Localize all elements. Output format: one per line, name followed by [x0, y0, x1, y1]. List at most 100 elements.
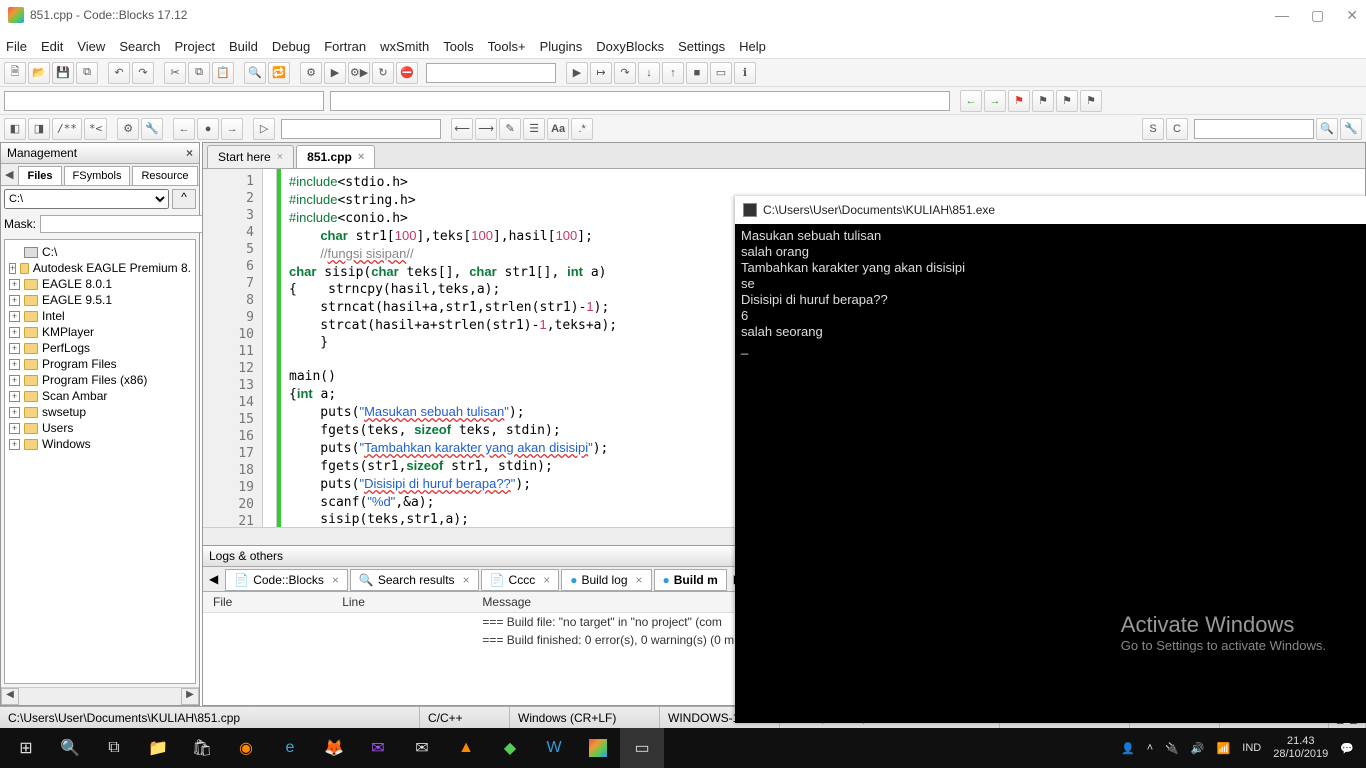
- menu-item[interactable]: View: [77, 39, 105, 54]
- tab-resource[interactable]: Resource: [132, 166, 197, 185]
- menu-item[interactable]: DoxyBlocks: [596, 39, 664, 54]
- logs-tab-search[interactable]: 🔍Search results×: [350, 569, 479, 591]
- menu-item[interactable]: Edit: [41, 39, 63, 54]
- highlight-icon[interactable]: ✎: [499, 118, 521, 140]
- bookmark-prev-icon[interactable]: ⚑: [1032, 90, 1054, 112]
- bookmark-next-icon[interactable]: ⚑: [1056, 90, 1078, 112]
- mail-icon[interactable]: ✉: [400, 728, 444, 768]
- debug-stop-icon[interactable]: ■: [686, 62, 708, 84]
- settings-icon[interactable]: ⚙: [117, 118, 139, 140]
- nav-fwd-icon[interactable]: →: [984, 90, 1006, 112]
- cut-icon[interactable]: ✂: [164, 62, 186, 84]
- wifi-icon[interactable]: 📶: [1217, 742, 1231, 755]
- new-file-icon[interactable]: 🗎: [4, 62, 26, 84]
- menu-item[interactable]: Build: [229, 39, 258, 54]
- people-icon[interactable]: 👤: [1121, 742, 1135, 755]
- tree-node[interactable]: +Scan Ambar: [7, 388, 193, 404]
- tab-files[interactable]: Files: [18, 166, 61, 185]
- regex-icon[interactable]: .*: [571, 118, 593, 140]
- app-green-icon[interactable]: ◆: [488, 728, 532, 768]
- debug-run-icon[interactable]: ▶: [566, 62, 588, 84]
- notifications-icon[interactable]: 💬: [1340, 742, 1354, 755]
- debug-window-icon[interactable]: ▭: [710, 62, 732, 84]
- tree-node[interactable]: +swsetup: [7, 404, 193, 420]
- close-tab-icon[interactable]: ×: [277, 151, 283, 163]
- battery-icon[interactable]: 🔌: [1165, 742, 1179, 755]
- quick-search-combo[interactable]: [1194, 119, 1314, 139]
- word-icon[interactable]: W: [532, 728, 576, 768]
- tab-fsymbols[interactable]: FSymbols: [64, 166, 131, 185]
- build-run-icon[interactable]: ⚙▶: [348, 62, 370, 84]
- logs-tab-buildmsg[interactable]: ●Build m: [654, 569, 727, 591]
- script-combo[interactable]: [281, 119, 441, 139]
- go-up-icon[interactable]: ^: [172, 189, 196, 209]
- console-task-icon[interactable]: ▭: [620, 728, 664, 768]
- menu-item[interactable]: Search: [119, 39, 160, 54]
- clock[interactable]: 21.4328/10/2019: [1273, 735, 1328, 761]
- build-icon[interactable]: ⚙: [300, 62, 322, 84]
- editor-tab-start[interactable]: Start here×: [207, 145, 294, 168]
- menu-item[interactable]: Settings: [678, 39, 725, 54]
- step-out-icon[interactable]: ↑: [662, 62, 684, 84]
- bookmark-clear-icon[interactable]: ⚑: [1080, 90, 1102, 112]
- undo-icon[interactable]: ↶: [108, 62, 130, 84]
- tree-node[interactable]: +EAGLE 9.5.1: [7, 292, 193, 308]
- copy-icon[interactable]: ⧉: [188, 62, 210, 84]
- comment-end-icon[interactable]: *<: [84, 118, 107, 140]
- mask-input[interactable]: [40, 215, 219, 233]
- doxy-icon[interactable]: ◧: [4, 118, 26, 140]
- tree-node[interactable]: +Intel: [7, 308, 193, 324]
- system-tray[interactable]: 👤 ˄ 🔌 🔊 📶 IND 21.4328/10/2019 💬: [1121, 735, 1362, 761]
- menu-item[interactable]: Plugins: [540, 39, 583, 54]
- menu-item[interactable]: Tools: [443, 39, 473, 54]
- select-icon[interactable]: ☰: [523, 118, 545, 140]
- save-all-icon[interactable]: ⧉: [76, 62, 98, 84]
- run-script-icon[interactable]: ▷: [253, 118, 275, 140]
- logs-tab-buildlog[interactable]: ●Build log×: [561, 569, 651, 591]
- tree-node[interactable]: C:\: [7, 244, 193, 260]
- menu-item[interactable]: Project: [175, 39, 215, 54]
- logs-scroll-left-icon[interactable]: ◀: [203, 570, 224, 588]
- management-close-icon[interactable]: ×: [186, 146, 193, 160]
- tree-node[interactable]: +Windows: [7, 436, 193, 452]
- comment-block-icon[interactable]: /**: [52, 118, 82, 140]
- search-exec-icon[interactable]: 🔍: [1316, 118, 1338, 140]
- maximize-button[interactable]: ▢: [1311, 7, 1324, 24]
- menu-item[interactable]: wxSmith: [380, 39, 429, 54]
- symbol-combo[interactable]: [330, 91, 950, 111]
- mgmt-hscroll[interactable]: ◀▶: [1, 687, 199, 705]
- taskbar[interactable]: ⊞ 🔍 ⧉ 📁 🛍 ◉ e 🦊 ✉ ✉ ▲ ◆ W ▭ 👤 ˄ 🔌 🔊 📶 IN…: [0, 728, 1366, 768]
- step-into-icon[interactable]: ↓: [638, 62, 660, 84]
- volume-icon[interactable]: 🔊: [1191, 742, 1205, 755]
- search-opts-icon[interactable]: 🔧: [1340, 118, 1362, 140]
- arrow-left-icon[interactable]: ←: [173, 118, 195, 140]
- menu-item[interactable]: Help: [739, 39, 766, 54]
- explorer-icon[interactable]: 📁: [136, 728, 180, 768]
- firefox-icon[interactable]: 🦊: [312, 728, 356, 768]
- logs-tab-codeblocks[interactable]: 📄Code::Blocks×: [225, 569, 348, 591]
- find-icon[interactable]: 🔍: [244, 62, 266, 84]
- menu-item[interactable]: Debug: [272, 39, 310, 54]
- arrow-right-icon[interactable]: →: [221, 118, 243, 140]
- wrench-icon[interactable]: 🔧: [141, 118, 163, 140]
- save-icon[interactable]: 💾: [52, 62, 74, 84]
- scope-combo[interactable]: [4, 91, 324, 111]
- editor-tab-file[interactable]: 851.cpp×: [296, 145, 375, 168]
- lang-indicator[interactable]: IND: [1242, 742, 1261, 754]
- close-button[interactable]: ✕: [1346, 7, 1358, 24]
- run-icon[interactable]: ▶: [324, 62, 346, 84]
- bookmark-icon[interactable]: ⚑: [1008, 90, 1030, 112]
- minimize-button[interactable]: —: [1275, 7, 1289, 24]
- tree-node[interactable]: +Program Files: [7, 356, 193, 372]
- tree-node[interactable]: +PerfLogs: [7, 340, 193, 356]
- console-titlebar[interactable]: C:\Users\User\Documents\KULIAH\851.exe: [735, 196, 1366, 224]
- tree-node[interactable]: +Users: [7, 420, 193, 436]
- logs-tab-cccc[interactable]: 📄Cccc×: [481, 569, 560, 591]
- close-tab-icon[interactable]: ×: [358, 151, 364, 163]
- step-over-icon[interactable]: ↷: [614, 62, 636, 84]
- codeblocks-task-icon[interactable]: [576, 728, 620, 768]
- doxy2-icon[interactable]: ◨: [28, 118, 50, 140]
- jump-back-icon[interactable]: ⟵: [451, 118, 473, 140]
- build-target-combo[interactable]: [426, 63, 556, 83]
- rebuild-icon[interactable]: ↻: [372, 62, 394, 84]
